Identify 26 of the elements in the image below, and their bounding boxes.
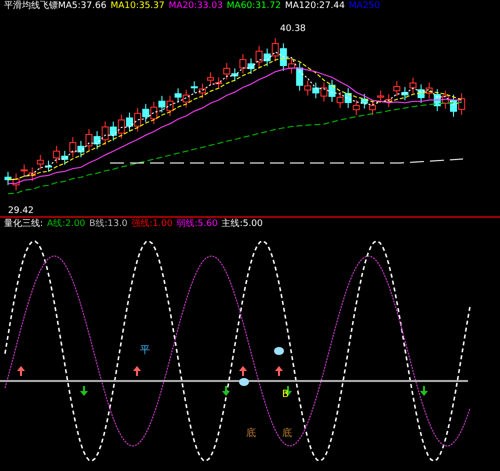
legend-text: MA20:33.03 bbox=[168, 0, 223, 13]
legend-text: 量化三线: bbox=[4, 218, 44, 231]
down-arrow-icon bbox=[284, 386, 292, 396]
legend-text: A线:2.00 bbox=[47, 218, 86, 231]
down-arrow-icon bbox=[420, 386, 428, 396]
down-arrow-icon bbox=[222, 386, 230, 396]
legend-text: MA10:35.37 bbox=[110, 0, 165, 13]
low-price-label: 29.42 bbox=[8, 206, 34, 216]
legend-text: B线:13.0 bbox=[89, 218, 128, 231]
signal-label: 底 bbox=[282, 428, 292, 439]
up-arrow-icon bbox=[275, 366, 283, 376]
up-arrow-icon bbox=[133, 366, 141, 376]
down-arrow-icon bbox=[80, 386, 88, 396]
signal-label: B bbox=[282, 389, 289, 400]
up-arrow-icon bbox=[239, 366, 247, 376]
legend-text: MA60:31.72 bbox=[226, 0, 281, 13]
up-arrow-icon bbox=[17, 366, 25, 376]
signal-label: 底 bbox=[246, 428, 256, 439]
legend-text: 平滑均线飞镖MA5:37.66 bbox=[4, 0, 106, 13]
legend-text: MA250 bbox=[348, 0, 380, 13]
signal-label: 平 bbox=[140, 345, 150, 356]
legend-text: 强线:1.00 bbox=[132, 218, 173, 231]
high-price-label: 40.38 bbox=[280, 24, 306, 34]
legend-text: MA120:27.44 bbox=[284, 0, 345, 13]
legend-text: 弱线:5.60 bbox=[176, 218, 218, 231]
legend-text: 主线:5.00 bbox=[222, 218, 263, 231]
